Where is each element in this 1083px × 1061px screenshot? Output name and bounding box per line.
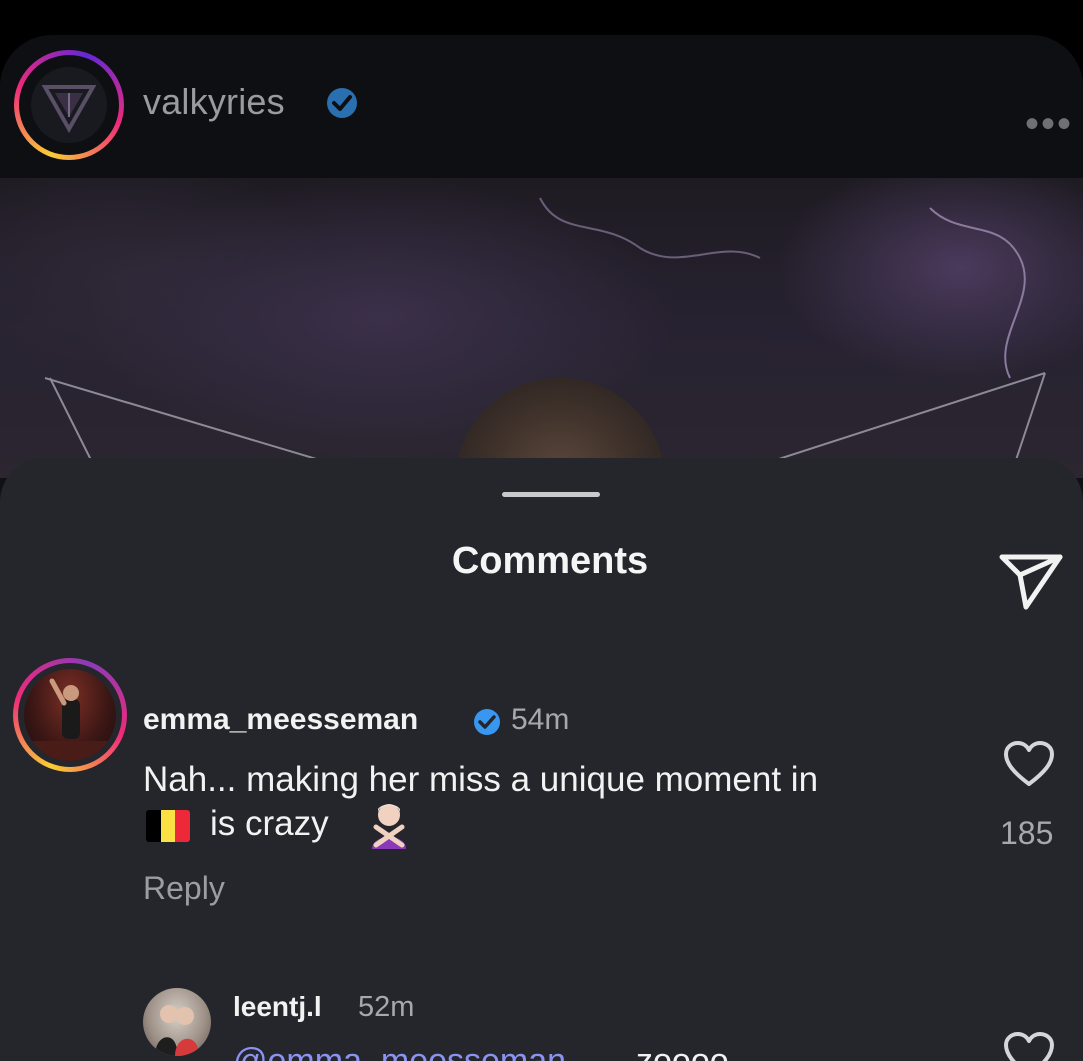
heart-icon[interactable]: [1003, 740, 1055, 788]
comment-time: 54m: [511, 703, 570, 736]
like-count: 185: [1000, 815, 1054, 851]
sheet-grabber[interactable]: [502, 492, 600, 497]
valkyries-logo-icon: [31, 67, 107, 143]
reply-button[interactable]: Reply: [143, 870, 225, 907]
post-avatar[interactable]: [14, 50, 124, 160]
reply-mention-link[interactable]: @emma_meesseman: [233, 1042, 566, 1061]
post-username[interactable]: valkyries: [143, 81, 285, 123]
belgium-flag-icon: [146, 810, 190, 842]
heart-icon[interactable]: [1003, 1031, 1055, 1061]
comment-username[interactable]: emma_meesseman: [143, 703, 418, 737]
comment-text-line1: Nah... making her miss a unique moment i…: [143, 760, 819, 799]
share-icon[interactable]: [998, 551, 1064, 611]
reply-avatar[interactable]: [143, 988, 211, 1056]
post-header: valkyries •••: [0, 35, 1083, 178]
commenter-photo: [24, 669, 116, 761]
sheet-title: Comments: [451, 540, 649, 582]
reply-text: zoooo: [636, 1042, 729, 1061]
verified-badge-icon: [327, 88, 357, 118]
comments-sheet: Comments emma_meesseman 54m Nah... makin…: [0, 458, 1083, 1061]
app-frame: valkyries ••• Comments emma_meesseman 54…: [0, 35, 1083, 1061]
post-image: [0, 178, 1083, 508]
verified-badge-icon: [474, 709, 500, 735]
reply-username[interactable]: leentj.l: [233, 991, 322, 1023]
more-options-icon[interactable]: •••: [1025, 104, 1073, 144]
commenter-avatar[interactable]: [13, 658, 127, 772]
person-gesturing-no-icon: [372, 804, 406, 849]
reply-time: 52m: [358, 991, 415, 1023]
comment-text-line2: is crazy: [210, 804, 329, 843]
